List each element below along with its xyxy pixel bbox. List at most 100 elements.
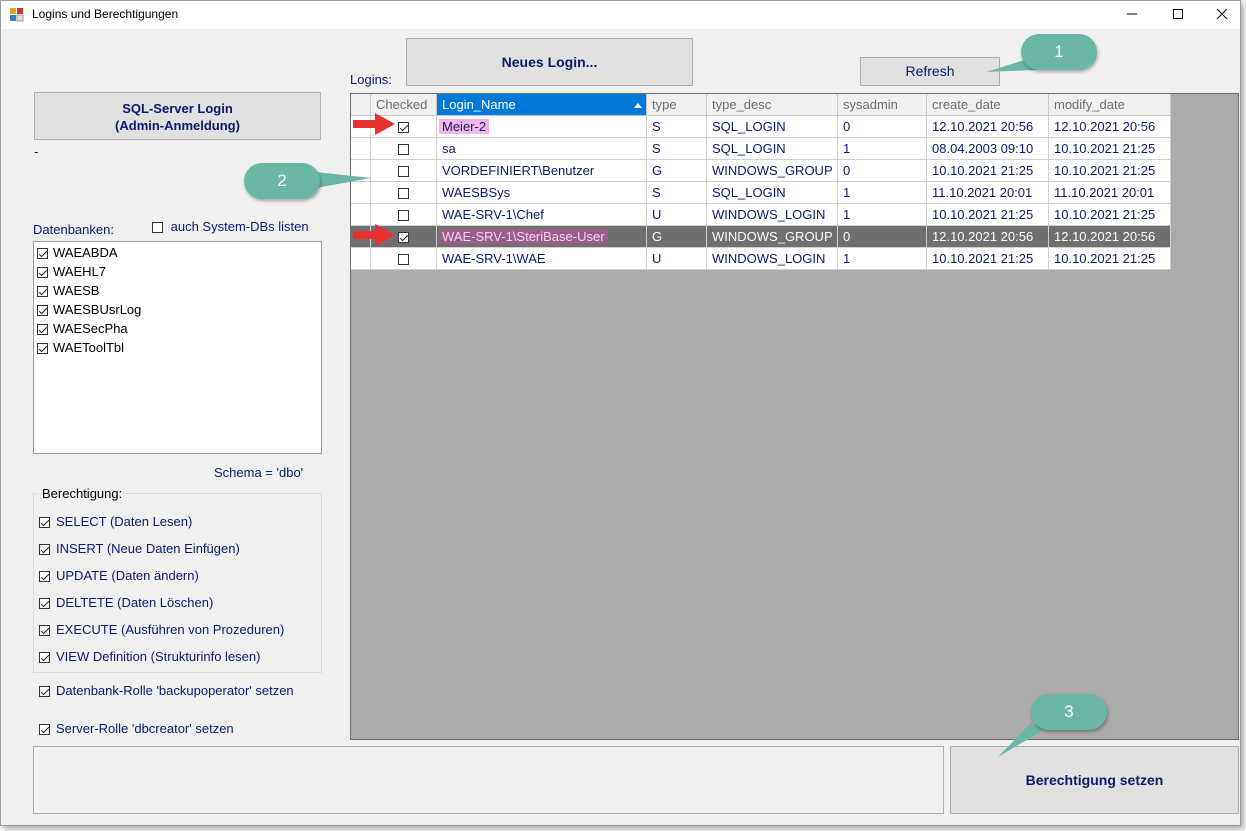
row-checkbox[interactable] (398, 232, 409, 244)
type-cell[interactable]: S (647, 182, 707, 204)
modify-date-cell[interactable]: 12.10.2021 20:56 (1049, 226, 1171, 248)
row-checkbox[interactable] (398, 122, 409, 134)
row-checkbox[interactable] (398, 210, 409, 222)
column-header-login-name[interactable]: Login_Name (437, 94, 647, 116)
type-cell[interactable]: U (647, 248, 707, 270)
type-cell[interactable]: S (647, 138, 707, 160)
database-checkbox[interactable] (37, 248, 48, 260)
modify-date-cell[interactable]: 10.10.2021 21:25 (1049, 160, 1171, 182)
type-cell[interactable]: U (647, 204, 707, 226)
role-checkbox[interactable] (39, 686, 50, 698)
create-date-cell[interactable]: 11.10.2021 20:01 (927, 182, 1049, 204)
permission-execute[interactable]: EXECUTE (Ausführen von Prozeduren) (39, 622, 284, 637)
database-list[interactable]: WAEABDA WAEHL7 WAESB WAESBUsrLog WAESecP… (33, 241, 322, 454)
login-name-cell[interactable]: WAE-SRV-1\Chef (437, 204, 647, 226)
database-checkbox[interactable] (37, 343, 48, 355)
modify-date-cell[interactable]: 12.10.2021 20:56 (1049, 116, 1171, 138)
sql-server-login-button[interactable]: SQL-Server Login (Admin-Anmeldung) (34, 92, 321, 140)
permission-update[interactable]: UPDATE (Daten ändern) (39, 568, 199, 583)
permission-select[interactable]: SELECT (Daten Lesen) (39, 514, 192, 529)
database-item[interactable]: WAEHL7 (37, 264, 106, 279)
modify-date-cell[interactable]: 10.10.2021 21:25 (1049, 204, 1171, 226)
type-desc-cell[interactable]: WINDOWS_GROUP (707, 226, 838, 248)
permission-checkbox[interactable] (39, 571, 50, 583)
sysadmin-cell[interactable]: 1 (838, 182, 927, 204)
permission-checkbox[interactable] (39, 544, 50, 556)
type-desc-cell[interactable]: SQL_LOGIN (707, 182, 838, 204)
minimize-button[interactable] (1109, 1, 1155, 29)
sysadmin-cell[interactable]: 1 (838, 248, 927, 270)
row-checkbox[interactable] (398, 166, 409, 178)
permission-insert[interactable]: INSERT (Neue Daten Einfügen) (39, 541, 240, 556)
permission-delete[interactable]: DELTETE (Daten Löschen) (39, 595, 213, 610)
create-date-cell[interactable]: 08.04.2003 09:10 (927, 138, 1049, 160)
row-checkbox-cell[interactable] (371, 248, 437, 270)
row-header[interactable] (351, 248, 371, 270)
logins-grid[interactable]: Checked Login_Name type type_desc sysadm… (350, 93, 1239, 740)
login-name-cell[interactable]: VORDEFINIERT\Benutzer (437, 160, 647, 182)
row-checkbox[interactable] (398, 188, 409, 200)
column-header-type[interactable]: type (647, 94, 707, 116)
sysadmin-cell[interactable]: 0 (838, 226, 927, 248)
modify-date-cell[interactable]: 11.10.2021 20:01 (1049, 182, 1171, 204)
row-checkbox[interactable] (398, 254, 409, 266)
create-date-cell[interactable]: 12.10.2021 20:56 (927, 116, 1049, 138)
login-name-cell[interactable]: WAESBSys (437, 182, 647, 204)
new-login-button[interactable]: Neues Login... (406, 38, 693, 86)
database-checkbox[interactable] (37, 305, 48, 317)
sysadmin-cell[interactable]: 1 (838, 138, 927, 160)
role-checkbox[interactable] (39, 724, 50, 736)
database-item[interactable]: WAESB (37, 283, 99, 298)
login-name-cell[interactable]: Meier-2 (437, 116, 647, 138)
type-cell[interactable]: G (647, 160, 707, 182)
login-name-cell[interactable]: WAE-SRV-1\SteriBase-User (437, 226, 647, 248)
set-permission-button[interactable]: Berechtigung setzen (950, 746, 1239, 814)
database-checkbox[interactable] (37, 267, 48, 279)
type-cell[interactable]: G (647, 226, 707, 248)
login-name-cell[interactable]: WAE-SRV-1\WAE (437, 248, 647, 270)
permission-checkbox[interactable] (39, 517, 50, 529)
create-date-cell[interactable]: 10.10.2021 21:25 (927, 248, 1049, 270)
type-cell[interactable]: S (647, 116, 707, 138)
type-desc-cell[interactable]: WINDOWS_LOGIN (707, 248, 838, 270)
row-checkbox-cell[interactable] (371, 182, 437, 204)
close-button[interactable] (1199, 1, 1240, 29)
create-date-cell[interactable]: 10.10.2021 21:25 (927, 160, 1049, 182)
database-checkbox[interactable] (37, 286, 48, 298)
permission-checkbox[interactable] (39, 652, 50, 664)
database-item[interactable]: WAEABDA (37, 245, 118, 260)
column-header-sysadmin[interactable]: sysadmin (838, 94, 927, 116)
role-backupoperator[interactable]: Datenbank-Rolle 'backupoperator' setzen (39, 683, 294, 698)
permission-view-definition[interactable]: VIEW Definition (Strukturinfo lesen) (39, 649, 260, 664)
type-desc-cell[interactable]: SQL_LOGIN (707, 138, 838, 160)
column-header-create-date[interactable]: create_date (927, 94, 1049, 116)
maximize-button[interactable] (1155, 1, 1201, 29)
database-item[interactable]: WAESBUsrLog (37, 302, 141, 317)
refresh-button[interactable]: Refresh (860, 57, 1000, 86)
type-desc-cell[interactable]: SQL_LOGIN (707, 116, 838, 138)
sysadmin-cell[interactable]: 1 (838, 204, 927, 226)
database-item[interactable]: WAEToolTbl (37, 340, 124, 355)
system-dbs-checkbox-box[interactable] (152, 222, 163, 234)
column-header-type-desc[interactable]: type_desc (707, 94, 838, 116)
sysadmin-cell[interactable]: 0 (838, 116, 927, 138)
type-desc-cell[interactable]: WINDOWS_LOGIN (707, 204, 838, 226)
modify-date-cell[interactable]: 10.10.2021 21:25 (1049, 138, 1171, 160)
row-checkbox[interactable] (398, 144, 409, 156)
row-header[interactable] (351, 138, 371, 160)
create-date-cell[interactable]: 10.10.2021 21:25 (927, 204, 1049, 226)
system-dbs-checkbox[interactable]: auch System-DBs listen (152, 219, 309, 234)
database-item[interactable]: WAESecPha (37, 321, 128, 336)
role-dbcreator[interactable]: Server-Rolle 'dbcreator' setzen (39, 721, 234, 736)
permission-checkbox[interactable] (39, 625, 50, 637)
database-checkbox[interactable] (37, 324, 48, 336)
column-header-modify-date[interactable]: modify_date (1049, 94, 1171, 116)
permission-checkbox[interactable] (39, 598, 50, 610)
row-checkbox-cell[interactable] (371, 138, 437, 160)
sysadmin-cell[interactable]: 0 (838, 160, 927, 182)
type-desc-cell[interactable]: WINDOWS_GROUP (707, 160, 838, 182)
modify-date-cell[interactable]: 10.10.2021 21:25 (1049, 248, 1171, 270)
row-checkbox-cell[interactable] (371, 160, 437, 182)
create-date-cell[interactable]: 12.10.2021 20:56 (927, 226, 1049, 248)
login-name-cell[interactable]: sa (437, 138, 647, 160)
